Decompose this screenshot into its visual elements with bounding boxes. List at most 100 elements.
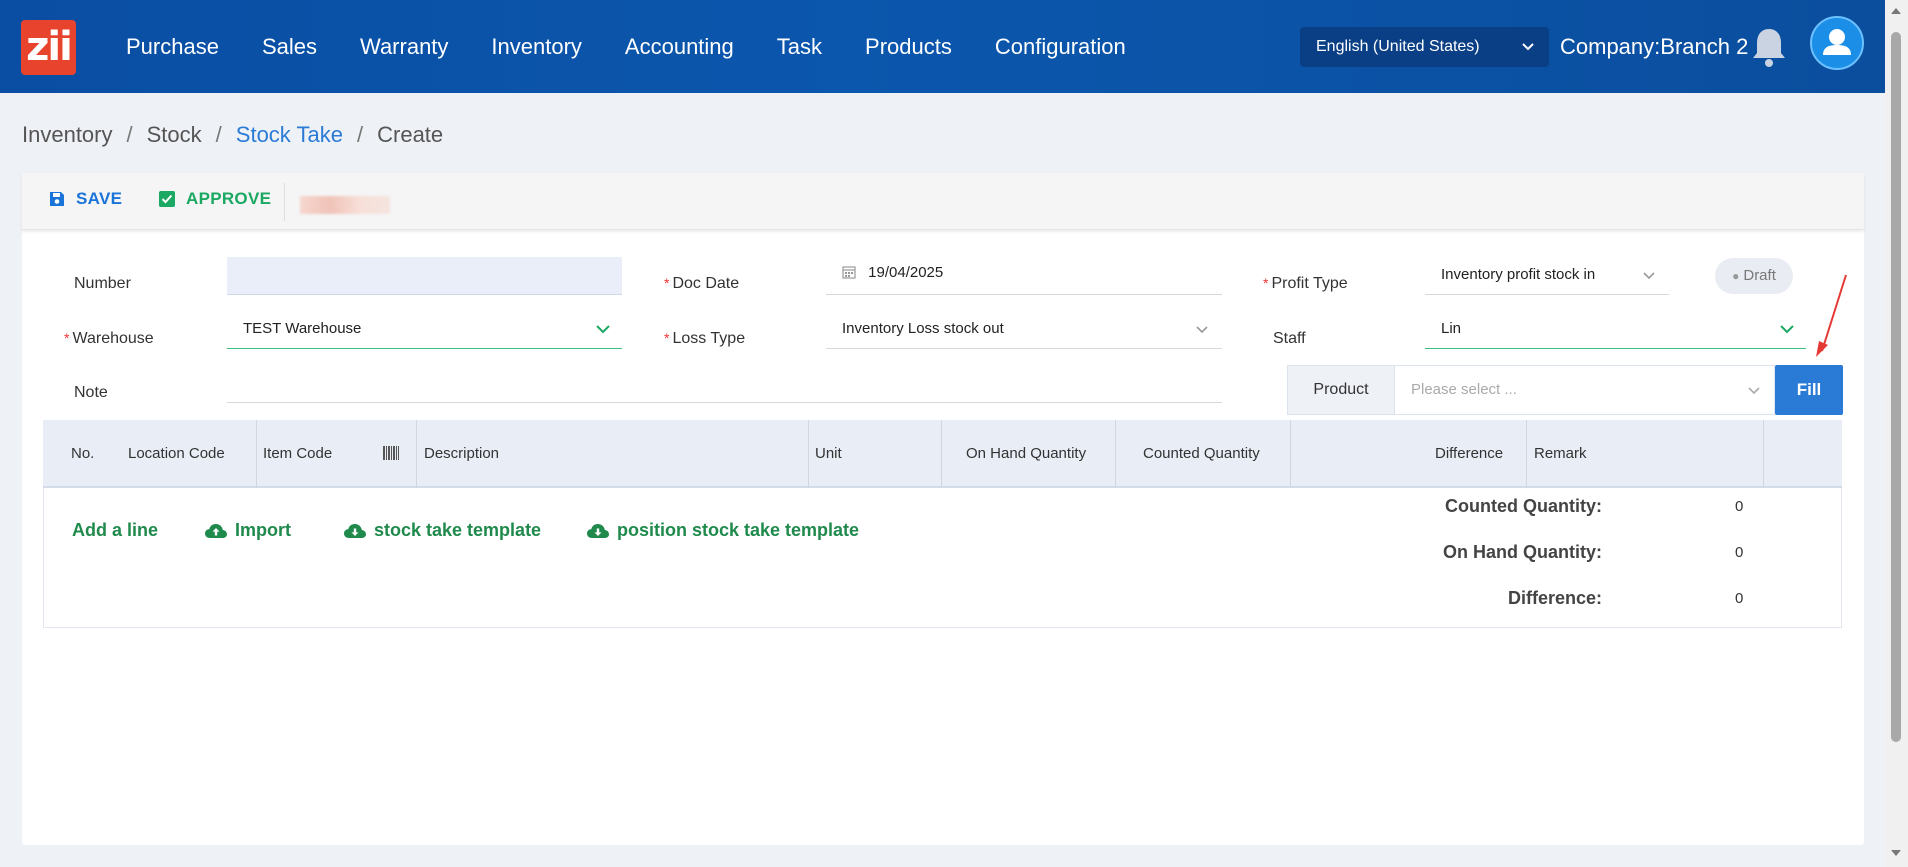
warehouse-value: TEST Warehouse xyxy=(243,320,362,337)
doc-date-value: 19/04/2025 xyxy=(868,264,944,281)
add-line-label: Add a line xyxy=(72,520,159,540)
breadcrumb-inventory: Inventory xyxy=(22,122,113,147)
column-separator xyxy=(1115,420,1116,488)
main-nav: Purchase Sales Warranty Inventory Accoun… xyxy=(126,0,1169,93)
column-separator xyxy=(1763,420,1764,488)
scroll-down-arrow-icon[interactable] xyxy=(1891,850,1901,856)
status-label: Draft xyxy=(1743,267,1776,284)
staff-select[interactable]: Lin xyxy=(1425,311,1806,349)
nav-item-configuration[interactable]: Configuration xyxy=(995,34,1126,60)
staff-label: Staff xyxy=(1273,330,1306,347)
fill-button[interactable]: Fill xyxy=(1775,365,1843,415)
number-input[interactable] xyxy=(227,257,622,295)
summary-on-hand-value: 0 xyxy=(1735,544,1744,561)
doc-date-input[interactable]: 19/04/2025 xyxy=(826,257,1222,295)
cloud-upload-icon xyxy=(205,523,227,538)
stock-take-template-label: stock take template xyxy=(374,520,542,540)
note-label: Note xyxy=(74,384,108,401)
profit-type-value: Inventory profit stock in xyxy=(1441,266,1596,283)
stock-take-template-link[interactable]: stock take template xyxy=(344,520,541,541)
column-difference[interactable]: Difference xyxy=(1435,420,1503,488)
chevron-down-icon xyxy=(596,311,610,360)
language-value: English (United States) xyxy=(1316,38,1480,55)
column-separator xyxy=(941,420,942,488)
approve-button[interactable]: APPROVE xyxy=(158,189,271,209)
summary-difference-label: Difference: xyxy=(1507,588,1602,608)
table-header: No. Location Code Item Code Description … xyxy=(43,420,1842,488)
warehouse-select[interactable]: TEST Warehouse xyxy=(227,311,622,349)
nav-item-warranty[interactable]: Warranty xyxy=(360,34,448,60)
summary-counted-label: Counted Quantity: xyxy=(1445,496,1602,516)
top-nav-bar: zii Purchase Sales Warranty Inventory Ac… xyxy=(0,0,1885,93)
status-dot-icon: ● xyxy=(1732,269,1740,283)
breadcrumb-create: Create xyxy=(377,122,444,147)
note-input[interactable] xyxy=(227,365,1222,403)
column-location-code[interactable]: Location Code xyxy=(128,420,225,488)
column-separator xyxy=(256,420,257,488)
nav-item-products[interactable]: Products xyxy=(865,34,952,60)
nav-item-sales[interactable]: Sales xyxy=(262,34,317,60)
column-on-hand-quantity[interactable]: On Hand Quantity xyxy=(966,420,1086,488)
company-branch[interactable]: Company:Branch 2 xyxy=(1560,34,1748,60)
breadcrumb-stock: Stock xyxy=(146,122,202,147)
column-separator xyxy=(808,420,809,488)
column-item-code[interactable]: Item Code xyxy=(263,420,332,488)
loss-type-select[interactable]: Inventory Loss stock out xyxy=(826,311,1222,349)
breadcrumb-separator: / xyxy=(126,122,133,147)
nav-item-purchase[interactable]: Purchase xyxy=(126,34,219,60)
product-label: Product xyxy=(1287,365,1395,415)
breadcrumb-separator: / xyxy=(215,122,222,147)
profit-type-label: Profit Type xyxy=(1263,275,1347,293)
column-no[interactable]: No. xyxy=(71,420,94,488)
column-unit[interactable]: Unit xyxy=(815,420,842,488)
summary-difference-value: 0 xyxy=(1735,590,1744,607)
annotation-arrow-icon xyxy=(1816,274,1847,357)
language-select[interactable]: English (United States) xyxy=(1300,27,1549,67)
doc-date-label: Doc Date xyxy=(664,275,739,293)
summary-on-hand-label: On Hand Quantity: xyxy=(1443,542,1602,562)
checkbox-icon xyxy=(159,191,175,207)
cloud-download-icon xyxy=(587,523,609,538)
breadcrumb: Inventory / Stock / Stock Take / Create xyxy=(22,122,443,148)
breadcrumb-stock-take[interactable]: Stock Take xyxy=(236,122,343,148)
cloud-download-icon xyxy=(344,523,366,538)
form-toolbar: SAVE APPROVE xyxy=(22,173,1864,230)
nav-item-accounting[interactable]: Accounting xyxy=(625,34,734,60)
approve-label: APPROVE xyxy=(186,189,272,208)
save-button[interactable]: SAVE xyxy=(48,189,122,209)
breadcrumb-separator: / xyxy=(357,122,364,147)
chevron-down-icon xyxy=(1196,311,1208,360)
add-line-link[interactable]: Add a line xyxy=(72,520,158,541)
column-separator xyxy=(416,420,417,488)
column-separator xyxy=(1526,420,1527,488)
stock-take-form-card: SAVE APPROVE Number Doc Date 19/04/2025 … xyxy=(22,173,1864,845)
bell-icon[interactable] xyxy=(1749,25,1789,69)
import-link[interactable]: Import xyxy=(205,520,291,541)
page-scrollbar[interactable] xyxy=(1885,0,1908,867)
user-avatar-icon[interactable] xyxy=(1810,16,1864,70)
column-separator xyxy=(1290,420,1291,488)
scroll-thumb[interactable] xyxy=(1891,32,1901,742)
nav-item-inventory[interactable]: Inventory xyxy=(491,34,582,60)
nav-item-task[interactable]: Task xyxy=(777,34,822,60)
status-badge: ● Draft xyxy=(1715,258,1793,294)
staff-value: Lin xyxy=(1441,320,1462,337)
redacted-toolbar-item xyxy=(300,196,390,214)
column-counted-quantity[interactable]: Counted Quantity xyxy=(1143,420,1260,488)
chevron-down-icon xyxy=(1780,311,1794,360)
column-remark[interactable]: Remark xyxy=(1534,420,1587,488)
profit-type-select[interactable]: Inventory profit stock in xyxy=(1425,257,1669,295)
position-stock-take-template-link[interactable]: position stock take template xyxy=(587,520,859,541)
toolbar-divider xyxy=(284,183,285,221)
summary-panel: Counted Quantity: On Hand Quantity: Diff… xyxy=(1322,493,1602,623)
summary-counted-value: 0 xyxy=(1735,498,1744,515)
scroll-up-arrow-icon[interactable] xyxy=(1891,8,1901,14)
warehouse-label: Warehouse xyxy=(64,330,153,348)
app-logo[interactable]: zii xyxy=(21,20,76,75)
chevron-down-icon xyxy=(1643,257,1655,306)
save-icon xyxy=(50,192,64,206)
number-label: Number xyxy=(74,275,131,292)
column-description[interactable]: Description xyxy=(424,420,499,488)
product-select[interactable]: Please select ... xyxy=(1395,365,1775,415)
barcode-icon[interactable] xyxy=(383,420,399,488)
